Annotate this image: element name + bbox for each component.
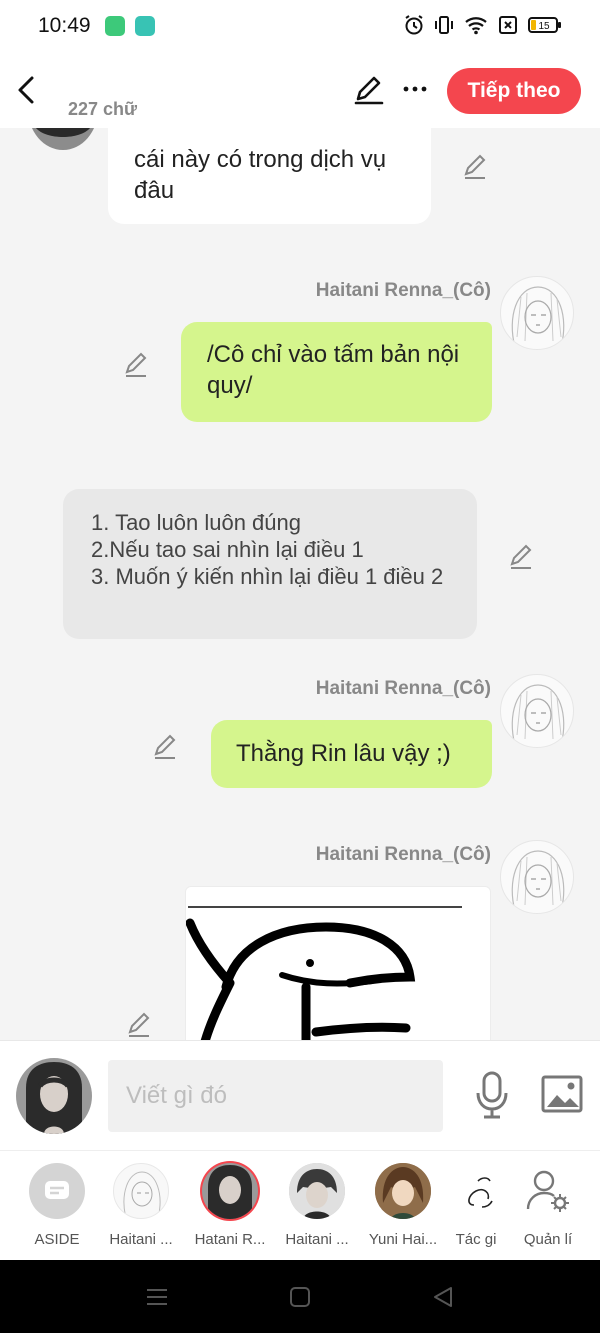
character-haitani-1[interactable]: Haitani ... — [105, 1163, 177, 1248]
edit-icon[interactable] — [126, 1010, 154, 1038]
character-avatar[interactable] — [28, 128, 98, 150]
character-avatar — [289, 1163, 345, 1219]
battery-icon: 15 — [528, 17, 561, 33]
sender-name: Haitani Renna_(Cô) — [315, 280, 491, 301]
battery-app-icon — [105, 16, 125, 36]
pen-icon[interactable] — [352, 72, 386, 106]
current-character-avatar[interactable] — [16, 1058, 92, 1134]
word-count: 227 chữ — [68, 99, 138, 119]
status-bar: 10:49 15 — [0, 0, 600, 52]
message-input[interactable] — [108, 1060, 443, 1132]
system-nav-bar — [0, 1260, 600, 1333]
image-message[interactable] — [185, 886, 491, 1040]
sender-name: Haitani Renna_(Cô) — [315, 678, 491, 699]
sender-name: Haitani Renna_(Cô) — [315, 844, 491, 865]
edit-icon[interactable] — [123, 350, 151, 378]
more-icon[interactable] — [400, 72, 430, 106]
menu-icon[interactable] — [144, 1284, 170, 1310]
editor-header: 227 chữ Tiếp theo — [0, 52, 600, 128]
wifi-icon — [465, 17, 487, 35]
character-hatani-r[interactable]: Hatani R... — [194, 1163, 266, 1248]
character-avatar — [448, 1163, 504, 1219]
message-bubble[interactable]: /Cô chỉ vào tấm bản nội quy/ — [181, 322, 492, 422]
edit-icon[interactable] — [508, 542, 536, 570]
back-nav-icon[interactable] — [430, 1284, 456, 1310]
character-aside[interactable]: ASIDE — [21, 1163, 93, 1248]
character-author[interactable]: Tác gi — [440, 1163, 512, 1248]
message-bubble[interactable]: cái này có trong dịch vụ đâu — [108, 128, 431, 224]
character-avatar[interactable] — [500, 276, 574, 350]
chat-area[interactable]: cái này có trong dịch vụ đâu Haitani Ren… — [0, 128, 600, 1040]
character-avatar[interactable] — [500, 840, 574, 914]
input-bar — [0, 1040, 600, 1150]
back-button[interactable] — [12, 70, 44, 110]
character-avatar — [113, 1163, 169, 1219]
battery-level: 15 — [538, 21, 550, 32]
character-haitani-2[interactable]: Haitani ... — [281, 1163, 353, 1248]
character-avatar — [202, 1163, 258, 1219]
sim-icon — [499, 16, 517, 34]
chat-app-icon — [135, 16, 155, 36]
vibrate-icon — [435, 16, 453, 34]
manage-characters[interactable]: Quản lí — [512, 1163, 584, 1248]
next-button[interactable]: Tiếp theo — [447, 68, 581, 114]
character-yuni[interactable]: Yuni Hai... — [367, 1163, 439, 1248]
alarm-icon — [405, 15, 423, 35]
microphone-icon[interactable] — [474, 1071, 510, 1119]
aside-bubble[interactable]: 1. Tao luôn luôn đúng 2.Nếu tao sai nhìn… — [63, 489, 477, 639]
edit-icon[interactable] — [152, 732, 180, 760]
home-icon[interactable] — [287, 1284, 313, 1310]
aside-icon — [29, 1163, 85, 1219]
edit-icon[interactable] — [462, 152, 490, 180]
manage-icon — [520, 1163, 576, 1219]
status-time: 10:49 — [38, 14, 91, 37]
character-avatar — [375, 1163, 431, 1219]
image-icon[interactable] — [541, 1075, 583, 1113]
character-bar: ASIDE Haitani ... Hatani R... Haitani ..… — [0, 1150, 600, 1260]
message-bubble[interactable]: Thằng Rin lâu vậy ;) — [211, 720, 492, 788]
character-avatar[interactable] — [500, 674, 574, 748]
